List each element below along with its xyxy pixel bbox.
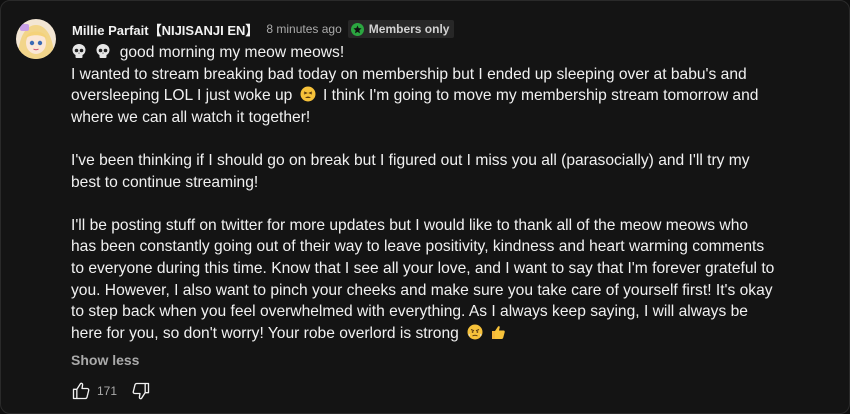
comment-line: to step back when you feel overwhelmed w…	[71, 303, 748, 321]
comment-line: oversleeping LOL I just woke up I think …	[71, 85, 811, 107]
like-count: 171	[97, 384, 118, 398]
comment-text-segment: here for you, so don't worry! Your robe …	[71, 324, 459, 342]
comment-line: where we can all watch it together!	[71, 108, 311, 126]
comment-line: best to continue streaming!	[71, 173, 259, 191]
members-only-badge: Members only	[347, 20, 455, 38]
comment-line: good morning my meow meows!	[71, 42, 811, 64]
comment-line: to everyone during this time. Know that …	[71, 259, 775, 277]
comment-actions: 171	[69, 379, 153, 403]
comment-text: good morning my meow meows! I wanted to …	[71, 42, 811, 344]
thumbs-up-icon	[72, 382, 90, 400]
comment-text-segment: I think I'm going to move my membership …	[323, 87, 759, 105]
comment-line: I wanted to stream breaking bad today on…	[71, 65, 747, 83]
members-only-label: Members only	[368, 22, 450, 36]
comment-line: I've been thinking if I should go on bre…	[71, 151, 750, 169]
comment-timestamp[interactable]: 8 minutes ago	[266, 22, 341, 36]
thumbs-down-icon	[132, 382, 150, 400]
members-icon	[350, 22, 364, 36]
comment-line: I'll be posting stuff on twitter for mor…	[71, 216, 749, 234]
thumbs-up-emoji-icon	[491, 325, 505, 339]
skull-emoji-icon	[96, 44, 110, 58]
comment-line: you. However, I also want to pinch your …	[71, 281, 773, 299]
comment-line: has been constantly going out of their w…	[71, 238, 765, 256]
comment-text-segment: good morning my meow meows!	[119, 44, 345, 61]
dislike-button[interactable]	[129, 379, 153, 403]
skull-emoji-icon	[72, 44, 86, 58]
author-avatar[interactable]	[16, 19, 56, 59]
pouting-face-emoji-icon	[467, 324, 483, 340]
author-name[interactable]: Millie Parfait【NIJISANJI EN】	[72, 20, 258, 39]
tired-face-emoji-icon	[300, 86, 316, 102]
show-less-button[interactable]: Show less	[71, 352, 139, 368]
like-button[interactable]	[69, 379, 93, 403]
comment-header: Millie Parfait【NIJISANJI EN】 8 minutes a…	[72, 20, 455, 39]
comment-card: Millie Parfait【NIJISANJI EN】 8 minutes a…	[0, 0, 850, 414]
comment-text-segment: oversleeping LOL I just woke up	[71, 87, 293, 105]
comment-line: here for you, so don't worry! Your robe …	[71, 323, 811, 345]
